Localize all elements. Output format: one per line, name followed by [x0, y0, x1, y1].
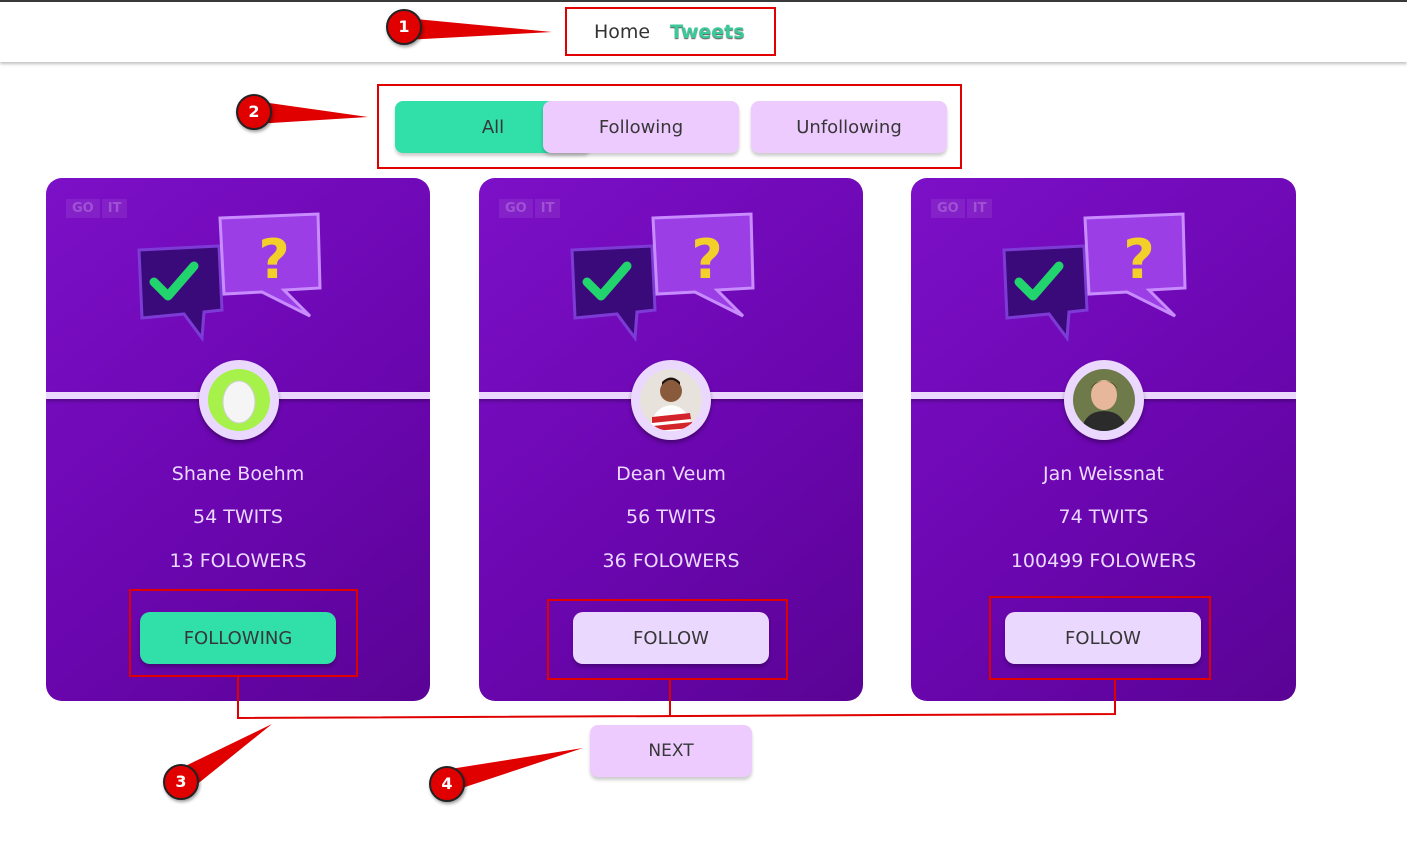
annotation-box-filters: [377, 84, 962, 169]
chat-bubbles-illustration: ?: [1002, 212, 1187, 343]
annotation-badge: 1: [386, 9, 422, 45]
annotation-badge: 2: [236, 94, 272, 130]
egg-avatar-icon: [208, 369, 270, 431]
annotation-box-follow: [989, 596, 1211, 680]
tweets-count: 56 TWITS: [626, 506, 716, 528]
user-name: Jan Weissnat: [1043, 463, 1164, 485]
user-name: Shane Boehm: [171, 463, 305, 485]
svg-text:?: ?: [1123, 228, 1154, 291]
avatar: [199, 360, 279, 440]
chat-bubbles-illustration: ?: [137, 212, 322, 343]
annotation-badge: 4: [429, 766, 465, 802]
avatar: [1064, 360, 1144, 440]
goit-logo: GO IT: [66, 199, 128, 218]
annotation-badge: 3: [163, 764, 199, 800]
avatar: [631, 360, 711, 440]
annotation-box-follow: [547, 599, 788, 680]
followers-count: 36 FOLOWERS: [602, 550, 740, 572]
goit-logo: GO IT: [499, 199, 561, 218]
goit-logo: GO IT: [931, 199, 993, 218]
annotation-box-nav: [565, 7, 776, 56]
user-photo-icon: [1073, 369, 1135, 431]
tweets-count: 74 TWITS: [1058, 506, 1149, 528]
chat-bubbles-illustration: ?: [570, 212, 755, 343]
next-button[interactable]: NEXT: [590, 725, 752, 777]
followers-count: 13 FOLOWERS: [169, 550, 307, 572]
followers-count: 100499 FOLOWERS: [1010, 550, 1197, 572]
tweets-count: 54 TWITS: [193, 506, 283, 528]
user-name: Dean Veum: [616, 463, 726, 485]
user-photo-icon: [640, 369, 702, 431]
svg-text:?: ?: [258, 228, 289, 291]
annotation-box-following: [129, 589, 358, 677]
svg-text:?: ?: [691, 228, 722, 291]
